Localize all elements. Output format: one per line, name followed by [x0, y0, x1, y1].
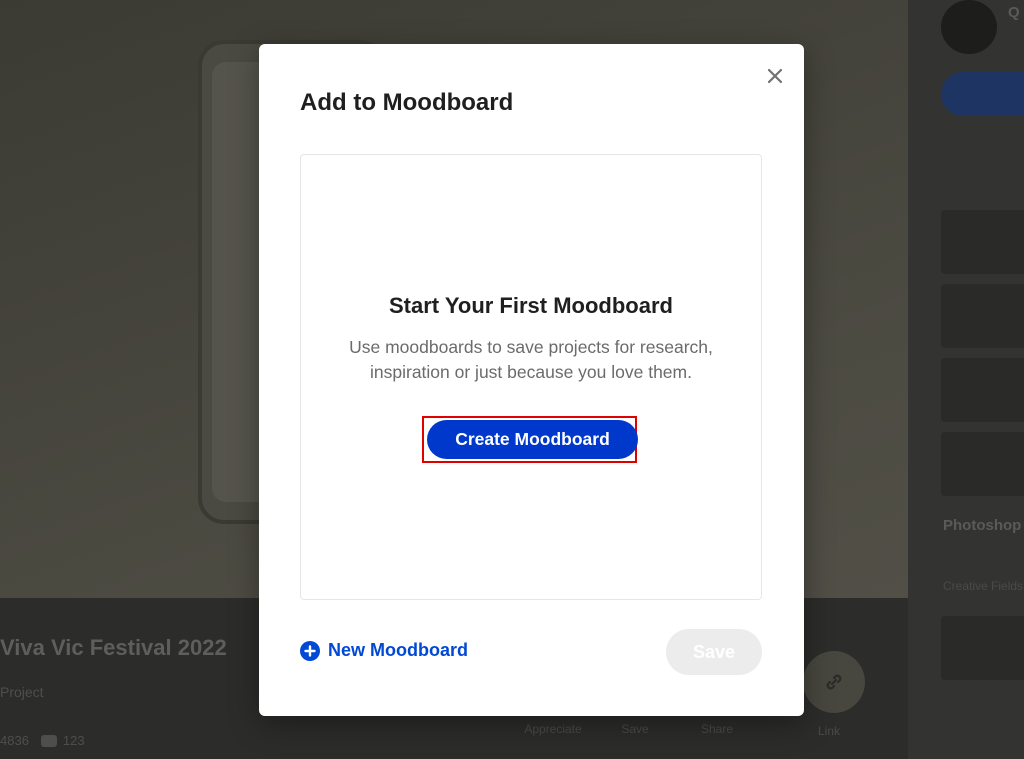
- avatar[interactable]: [941, 0, 997, 54]
- link-icon: [826, 674, 842, 690]
- sidebar-section-label: Creative Fields: [943, 579, 1024, 593]
- new-moodboard-link[interactable]: New Moodboard: [300, 640, 468, 661]
- sidebar-card[interactable]: [941, 210, 1024, 274]
- empty-state-description-line: Use moodboards to save projects for rese…: [349, 337, 713, 357]
- copy-link-button[interactable]: [803, 651, 865, 713]
- project-stats: 4836 123: [0, 733, 85, 748]
- sidebar-card[interactable]: [941, 616, 1024, 680]
- sidebar-card[interactable]: [941, 432, 1024, 496]
- comment-count: 123: [62, 733, 85, 748]
- comment-stat: 123: [40, 733, 85, 748]
- project-title: Viva Vic Festival 2022: [0, 635, 227, 660]
- save-action[interactable]: Save: [594, 722, 676, 736]
- dialog-title: Add to Moodboard: [300, 89, 514, 116]
- create-moodboard-button[interactable]: Create Moodboard: [427, 420, 638, 459]
- sidebar-card[interactable]: [941, 358, 1024, 422]
- appreciate-action[interactable]: Appreciate: [512, 722, 594, 736]
- comment-icon: [40, 734, 57, 747]
- empty-state-description-line: inspiration or just because you love the…: [370, 362, 692, 382]
- close-button[interactable]: [759, 60, 791, 92]
- close-icon: [767, 68, 783, 84]
- author-name[interactable]: Q: [1008, 4, 1020, 21]
- share-action[interactable]: Share: [676, 722, 758, 736]
- empty-state-description: Use moodboards to save projects for rese…: [321, 335, 741, 385]
- save-button[interactable]: Save: [666, 629, 762, 675]
- moodboard-empty-state: Start Your First Moodboard Use moodboard…: [300, 154, 762, 600]
- project-owner: Project: [0, 684, 44, 700]
- sidebar-card[interactable]: [941, 284, 1024, 348]
- copy-link-label: Link: [818, 724, 841, 738]
- sidebar-tool-title: Photoshop: [943, 517, 1022, 534]
- appreciation-count: 4836: [0, 733, 29, 748]
- new-moodboard-label: New Moodboard: [328, 640, 468, 660]
- project-actions: Appreciate Save Share: [512, 722, 758, 736]
- plus-circle-icon: [300, 640, 320, 661]
- follow-button[interactable]: [941, 72, 1024, 116]
- empty-state-title: Start Your First Moodboard: [389, 293, 673, 318]
- add-to-moodboard-dialog: Add to Moodboard Start Your First Moodbo…: [259, 44, 804, 716]
